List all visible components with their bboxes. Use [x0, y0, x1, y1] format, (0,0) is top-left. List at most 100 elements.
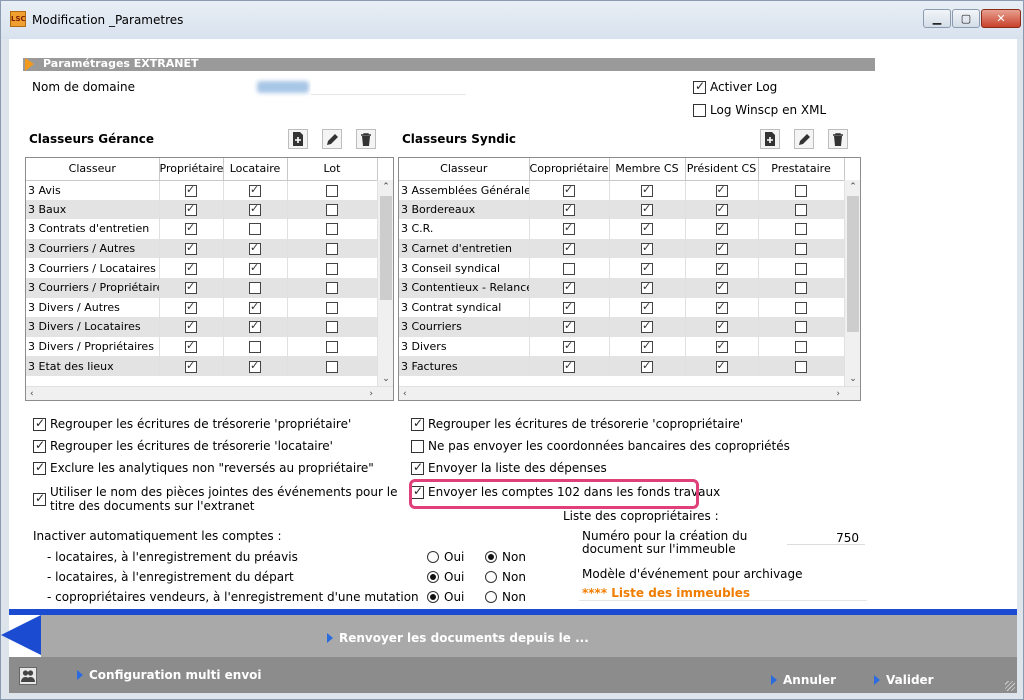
grid-checkbox[interactable] — [641, 339, 653, 354]
grid-checkbox[interactable] — [249, 300, 261, 314]
radio-non[interactable]: Non — [485, 590, 526, 604]
option-checkbox[interactable] — [411, 440, 424, 453]
gerance-delete-button[interactable] — [356, 129, 376, 149]
grid-checkbox[interactable] — [185, 241, 197, 256]
syndic-column-header[interactable]: Copropriétaire — [529, 158, 610, 181]
grid-checkbox[interactable] — [795, 203, 807, 216]
grid-checkbox[interactable] — [249, 282, 261, 295]
radio-button[interactable] — [485, 571, 497, 583]
grid-checkbox[interactable] — [795, 184, 807, 197]
grid-checkbox[interactable] — [563, 202, 575, 216]
option-regrouper-locataire[interactable]: Regrouper les écritures de trésorerie 'l… — [33, 438, 333, 453]
option-exclure-analytiques[interactable]: Exclure les analytiques non "reversés au… — [33, 460, 374, 475]
grid-checkbox[interactable] — [641, 359, 653, 373]
grid-checkbox[interactable] — [326, 360, 338, 373]
grid-checkbox[interactable] — [563, 300, 575, 314]
table-row[interactable]: 3 Contrats d'entretien — [26, 219, 378, 239]
grid-checkbox[interactable] — [715, 300, 728, 314]
gerance-column-header[interactable]: Propriétaire — [159, 158, 224, 181]
option-nom-pieces-jointes[interactable]: Utiliser le nom des pièces jointes des é… — [33, 485, 413, 513]
log-winscp-checkbox[interactable] — [693, 104, 706, 117]
resize-grip[interactable] — [1005, 681, 1015, 691]
grid-checkbox[interactable] — [185, 300, 197, 314]
grid-checkbox[interactable] — [326, 282, 338, 295]
grid-checkbox[interactable] — [185, 339, 197, 354]
grid-checkbox[interactable] — [185, 202, 197, 216]
option-checkbox[interactable] — [33, 416, 46, 431]
radio-button[interactable] — [427, 551, 439, 563]
gerance-horizontal-scrollbar[interactable]: ‹ › — [26, 386, 393, 400]
grid-checkbox[interactable] — [326, 203, 338, 216]
grid-checkbox[interactable] — [185, 183, 197, 197]
gerance-column-header[interactable]: Lot — [287, 158, 378, 181]
close-button[interactable]: ✕ — [981, 9, 1021, 28]
log-winscp-option[interactable]: Log Winscp en XML — [693, 103, 826, 117]
scroll-right-icon[interactable]: › — [369, 387, 373, 400]
grid-checkbox[interactable] — [641, 319, 653, 334]
grid-checkbox[interactable] — [715, 202, 728, 216]
syndic-delete-button[interactable] — [828, 129, 848, 149]
activer-log-checkbox[interactable] — [693, 79, 706, 94]
table-row[interactable]: 3 Contentieux - Relances — [399, 277, 845, 298]
valider-button[interactable]: Valider — [874, 673, 934, 687]
grid-checkbox[interactable] — [795, 243, 807, 256]
domain-input[interactable] — [311, 79, 466, 95]
grid-checkbox[interactable] — [326, 184, 338, 197]
option-checkbox[interactable] — [33, 491, 46, 506]
syndic-column-header[interactable]: Membre CS — [609, 158, 686, 181]
renvoyer-documents-link[interactable]: Renvoyer les documents depuis le ... — [327, 631, 589, 645]
table-row[interactable]: 3 Divers — [399, 336, 845, 357]
minimize-button[interactable]: ▁ — [923, 9, 951, 28]
option-regrouper-proprietaire[interactable]: Regrouper les écritures de trésorerie 'p… — [33, 416, 351, 431]
radio-non[interactable]: Non — [485, 570, 526, 584]
grid-checkbox[interactable] — [641, 241, 653, 256]
grid-checkbox[interactable] — [641, 183, 653, 197]
table-row[interactable]: 3 Conseil syndical — [399, 258, 845, 278]
grid-checkbox[interactable] — [641, 202, 653, 216]
grid-checkbox[interactable] — [249, 202, 261, 216]
radio-oui[interactable]: Oui — [427, 570, 464, 584]
configuration-multi-envoi-link[interactable]: Configuration multi envoi — [77, 668, 262, 682]
grid-checkbox[interactable] — [185, 221, 197, 236]
scroll-left-icon[interactable]: ‹ — [403, 387, 407, 400]
grid-checkbox[interactable] — [563, 339, 575, 354]
syndic-column-header[interactable]: Prestataire — [758, 158, 845, 181]
grid-checkbox[interactable] — [715, 319, 728, 334]
maximize-button[interactable]: ▢ — [952, 9, 980, 28]
gerance-column-header[interactable]: Classeur — [26, 158, 160, 181]
grid-checkbox[interactable] — [715, 280, 728, 295]
grid-checkbox[interactable] — [641, 221, 653, 236]
table-row[interactable]: 3 Bordereaux — [399, 199, 845, 220]
radio-button[interactable] — [485, 591, 497, 603]
grid-checkbox[interactable] — [795, 223, 807, 236]
grid-checkbox[interactable] — [563, 280, 575, 295]
grid-checkbox[interactable] — [715, 339, 728, 354]
radio-oui[interactable]: Oui — [427, 590, 464, 604]
grid-checkbox[interactable] — [326, 341, 338, 354]
grid-checkbox[interactable] — [641, 300, 653, 314]
grid-checkbox[interactable] — [249, 359, 261, 373]
grid-checkbox[interactable] — [563, 262, 575, 275]
option-coordonnees-bancaires[interactable]: Ne pas envoyer les coordonnées bancaires… — [411, 439, 790, 453]
option-checkbox[interactable] — [411, 460, 424, 475]
scroll-down-icon[interactable]: ⌄ — [378, 372, 393, 386]
syndic-column-header[interactable]: Classeur — [399, 158, 530, 181]
grid-checkbox[interactable] — [715, 261, 728, 275]
syndic-edit-button[interactable] — [794, 129, 814, 149]
table-row[interactable]: 3 Courriers / Locataires — [26, 258, 378, 278]
table-row[interactable]: 3 Courriers — [399, 317, 845, 337]
scroll-thumb[interactable] — [380, 196, 392, 300]
grid-checkbox[interactable] — [715, 221, 728, 236]
scroll-up-icon[interactable]: ⌃ — [378, 180, 393, 194]
gerance-add-button[interactable] — [288, 129, 308, 149]
grid-checkbox[interactable] — [249, 183, 261, 197]
gerance-vertical-scrollbar[interactable]: ⌃ ⌄ — [377, 180, 393, 386]
grid-checkbox[interactable] — [185, 319, 197, 334]
grid-checkbox[interactable] — [326, 321, 338, 334]
radio-button[interactable] — [485, 551, 497, 563]
grid-checkbox[interactable] — [249, 261, 261, 275]
users-button[interactable] — [19, 667, 37, 685]
scroll-left-icon[interactable]: ‹ — [30, 387, 34, 400]
radio-oui[interactable]: Oui — [427, 550, 464, 564]
annuler-button[interactable]: Annuler — [771, 673, 836, 687]
